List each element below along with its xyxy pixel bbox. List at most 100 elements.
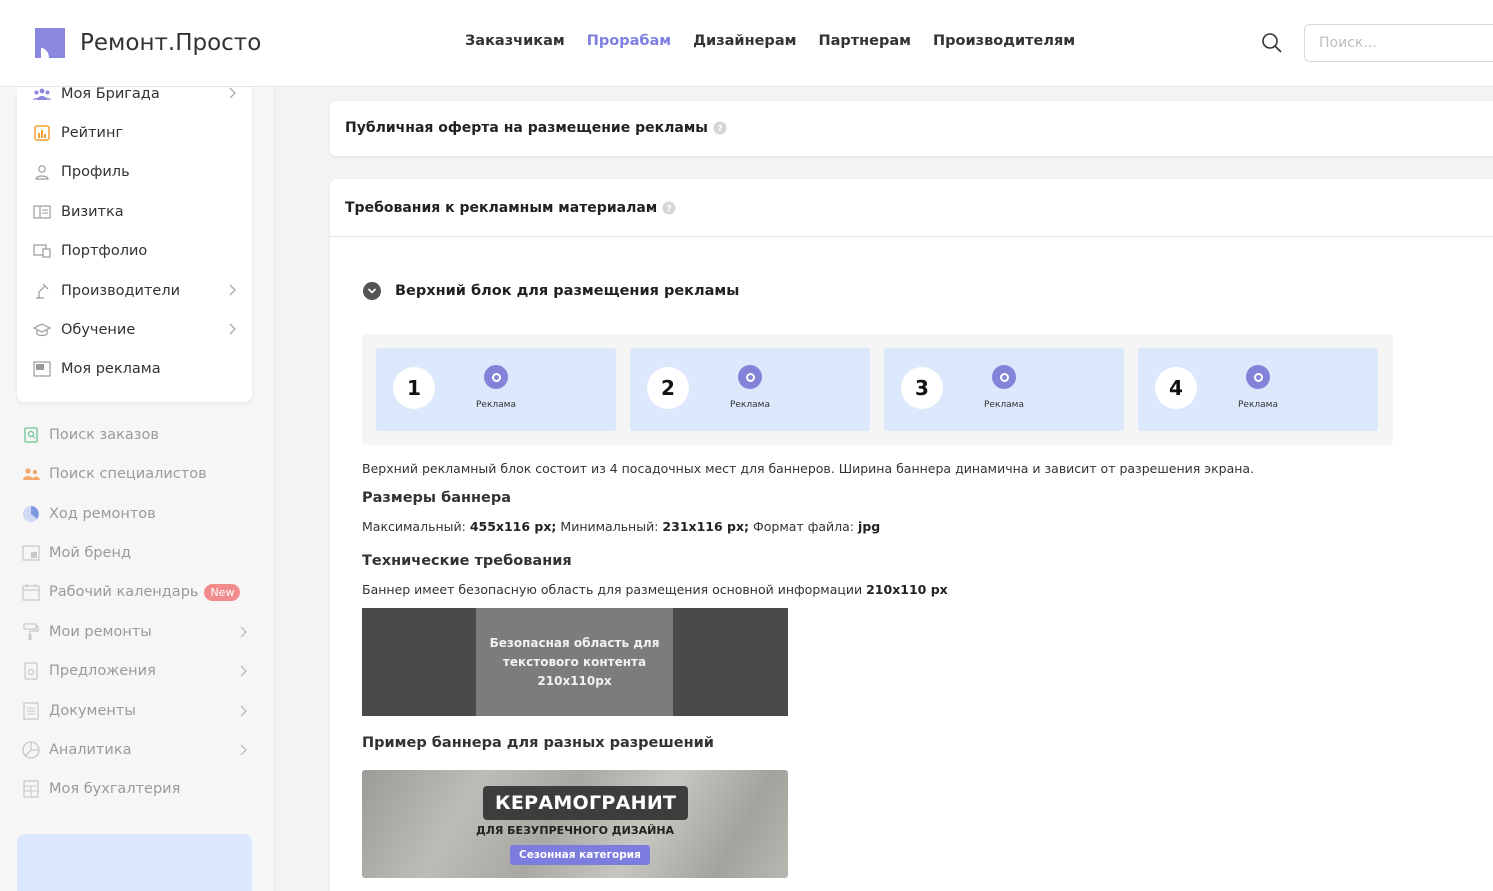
sidebar-item-analytics[interactable]: Аналитика	[0, 735, 275, 765]
sidebar-item-accounting[interactable]: Моя бухгалтерия	[0, 774, 275, 804]
sizes-line: Максимальный: 455x116 px; Минимальный: 2…	[362, 519, 880, 534]
example-title: Пример баннера для разных разрешений	[362, 735, 714, 751]
sidebar-item-repair-progress[interactable]: Ход ремонтов	[0, 499, 275, 529]
safe-area: Безопасная область для текстового контен…	[476, 608, 673, 716]
sidebar-item-card[interactable]: Визитка	[17, 197, 252, 227]
sidebar-item-education[interactable]: Обучение	[17, 315, 252, 345]
requirements-title-text: Требования к рекламным материалам	[345, 200, 658, 216]
sidebar-item-portfolio[interactable]: Портфолио	[17, 236, 252, 266]
lamp-icon	[33, 282, 51, 300]
tech-line: Баннер имеет безопасную область для разм…	[362, 582, 948, 597]
chevron-right-icon	[229, 323, 236, 335]
offer-card[interactable]: Публичная оферта на размещение рекламы ?	[330, 101, 1493, 156]
sidebar-item-label: Портфолио	[61, 243, 148, 259]
svg-text:?: ?	[717, 125, 722, 135]
sidebar-item-label: Моя реклама	[61, 361, 161, 377]
requirements-card: Требования к рекламным материалам ? Верх…	[330, 179, 1493, 891]
ad-slot: 2 Реклама	[630, 348, 870, 431]
sidebar-item-label: Рабочий календарь	[49, 584, 199, 600]
new-badge: New	[204, 583, 241, 601]
chevron-right-icon	[229, 87, 236, 99]
ad-icon	[33, 360, 51, 378]
sidebar-item-my-repairs[interactable]: Мои ремонты	[0, 617, 275, 647]
logo-text: Ремонт.Просто	[80, 30, 262, 56]
target-icon	[738, 365, 762, 389]
roller-icon	[22, 623, 40, 641]
sidebar-item-label: Мои ремонты	[49, 624, 152, 640]
sidebar-item-rating[interactable]: Рейтинг	[17, 118, 252, 148]
ad-slot-label: Реклама	[730, 400, 770, 410]
sidebar-item-calendar[interactable]: Рабочий календарь New	[0, 577, 275, 607]
help-icon[interactable]: ?	[713, 121, 727, 135]
top-block-toggle[interactable]: Верхний блок для размещения рекламы	[363, 282, 739, 300]
sidebar-item-documents[interactable]: Документы	[0, 696, 275, 726]
main-content: Публичная оферта на размещение рекламы ?…	[275, 87, 1493, 891]
document-icon	[22, 702, 40, 720]
progress-icon	[22, 505, 40, 523]
chevron-right-icon	[240, 626, 247, 638]
offer-title: Публичная оферта на размещение рекламы ?	[345, 120, 727, 136]
ad-slot-number: 3	[901, 367, 943, 409]
sidebar-item-search-orders[interactable]: Поиск заказов	[0, 420, 275, 450]
format-label: Формат файла:	[753, 519, 855, 534]
search-icon[interactable]	[1261, 32, 1283, 54]
nav-foremen[interactable]: Прорабам	[587, 33, 671, 49]
search-input[interactable]	[1304, 24, 1493, 62]
sidebar-item-label: Моя бухгалтерия	[49, 781, 181, 797]
example-subline: ДЛЯ БЕЗУПРЕЧНОГО ДИЗАЙНА	[475, 824, 675, 837]
chevron-right-icon	[240, 665, 247, 677]
format-value: jpg	[858, 519, 881, 534]
sidebar-item-my-brand[interactable]: Мой бренд	[0, 538, 275, 568]
sidebar-item-label: Моя Бригада	[61, 86, 160, 102]
top-header: Ремонт.Просто Заказчикам Прорабам Дизайн…	[0, 0, 1493, 87]
tech-title: Технические требования	[362, 553, 572, 569]
sidebar-item-label: Производители	[61, 283, 181, 299]
chevron-right-icon	[240, 705, 247, 717]
nav-partners[interactable]: Партнерам	[818, 33, 911, 49]
logo-icon	[35, 28, 65, 58]
example-chip: Сезонная категория	[510, 845, 650, 865]
brand-icon	[22, 544, 40, 562]
target-icon	[484, 365, 508, 389]
main-nav: Заказчикам Прорабам Дизайнерам Партнерам…	[465, 33, 1097, 49]
nav-customers[interactable]: Заказчикам	[465, 33, 565, 49]
requirements-title: Требования к рекламным материалам ?	[345, 200, 676, 216]
sidebar-item-my-ads[interactable]: Моя реклама	[17, 354, 252, 384]
sidebar-item-profile[interactable]: Профиль	[17, 157, 252, 187]
tech-value: 210x110 px	[866, 582, 948, 597]
offer-title-text: Публичная оферта на размещение рекламы	[345, 120, 708, 136]
ad-slot-number: 4	[1155, 367, 1197, 409]
search-doc-icon	[22, 426, 40, 444]
ad-slot-number: 2	[647, 367, 689, 409]
min-value: 231x116 px;	[662, 519, 750, 534]
tech-text: Баннер имеет безопасную область для разм…	[362, 582, 863, 597]
max-label: Максимальный:	[362, 519, 466, 534]
logo[interactable]: Ремонт.Просто	[35, 28, 261, 58]
ad-slot-number: 1	[393, 367, 435, 409]
pie-icon	[22, 741, 40, 759]
block-description: Верхний рекламный блок состоит из 4 поса…	[362, 461, 1255, 476]
nav-manufacturers[interactable]: Производителям	[933, 33, 1075, 49]
calendar-icon	[22, 583, 40, 601]
sidebar-item-label: Ход ремонтов	[49, 506, 156, 522]
sidebar-item-search-specialists[interactable]: Поиск специалистов	[0, 459, 275, 489]
ad-slot: 1 Реклама	[376, 348, 616, 431]
section-title: Верхний блок для размещения рекламы	[395, 283, 740, 299]
target-icon	[1246, 365, 1270, 389]
ad-slots-preview: 1 Реклама 2 Реклама 3 Реклама 4 Реклама	[362, 334, 1393, 445]
sidebar-item-offers[interactable]: Предложения	[0, 656, 275, 686]
ad-slot: 4 Реклама	[1138, 348, 1378, 431]
chevron-down-icon	[363, 282, 381, 300]
help-icon[interactable]: ?	[662, 201, 676, 215]
safe-area-diagram: Безопасная область для текстового контен…	[362, 608, 788, 716]
sidebar-promo-box[interactable]	[17, 834, 252, 891]
sidebar-item-brigade[interactable]: Моя Бригада	[17, 79, 252, 109]
nav-designers[interactable]: Дизайнерам	[693, 33, 796, 49]
calculator-icon	[22, 780, 40, 798]
sidebar-card: Моя Бригада Рейтинг Профиль Визитка Порт…	[17, 86, 252, 402]
sidebar-item-manufacturers[interactable]: Производители	[17, 276, 252, 306]
example-headline: КЕРАМОГРАНИТ	[483, 786, 689, 820]
target-icon	[992, 365, 1016, 389]
people-icon	[22, 465, 40, 483]
user-icon	[33, 163, 51, 181]
